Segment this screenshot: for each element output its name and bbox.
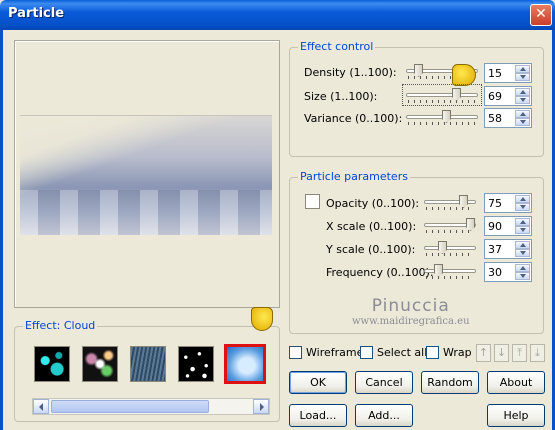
about-button[interactable]: About	[487, 371, 545, 394]
spin-up-icon[interactable]	[515, 110, 530, 118]
title-bar[interactable]: Particle ✕	[0, 0, 555, 30]
add-button[interactable]: Add...	[355, 404, 413, 427]
watermark-title: Pinuccia	[371, 296, 450, 316]
variance-slider[interactable]	[406, 110, 478, 125]
frequency-slider[interactable]	[424, 264, 476, 279]
select-all-label[interactable]: Select all	[377, 346, 427, 359]
size-spinbox[interactable]: 69	[484, 86, 532, 106]
opacity-label: Opacity (0..100):	[326, 197, 420, 210]
spin-down-icon[interactable]	[515, 73, 530, 81]
particle-parameters-legend: Particle parameters	[298, 170, 410, 183]
effect-thumb-sparkles[interactable]	[82, 346, 118, 382]
cancel-button[interactable]: Cancel	[355, 371, 413, 394]
load-button[interactable]: Load...	[289, 404, 347, 427]
wrap-label[interactable]: Wrap	[443, 346, 472, 359]
density-spinbox[interactable]: 15	[484, 63, 532, 83]
y-scale-spinbox[interactable]: 37	[484, 239, 532, 259]
effect-thumb-bubbles[interactable]	[34, 346, 70, 382]
arrow-down-icon[interactable]: ↓	[494, 344, 509, 362]
ok-button[interactable]: OK	[289, 371, 347, 394]
spin-down-icon[interactable]	[515, 203, 530, 211]
spin-down-icon[interactable]	[515, 96, 530, 104]
close-button[interactable]: ✕	[530, 4, 552, 26]
scroll-left-icon[interactable]	[33, 399, 49, 414]
effect-control-legend: Effect control	[298, 40, 376, 53]
size-label: Size (1..100):	[304, 90, 378, 103]
random-button[interactable]: Random	[421, 371, 479, 394]
density-label: Density (1..100):	[304, 66, 397, 79]
opacity-value[interactable]: 75	[488, 197, 502, 210]
opacity-spinbox[interactable]: 75	[484, 193, 532, 213]
frequency-spinbox[interactable]: 30	[484, 262, 532, 282]
effect-thumb-rain[interactable]	[130, 346, 166, 382]
arrow-bottom-icon[interactable]: ⤓	[530, 344, 545, 362]
help-button[interactable]: Help	[487, 404, 545, 427]
color-swatch[interactable]	[305, 194, 320, 209]
select-all-checkbox[interactable]	[360, 346, 373, 359]
arrow-top-icon[interactable]: ⤒	[512, 344, 527, 362]
close-icon: ✕	[535, 6, 547, 22]
spin-up-icon[interactable]	[515, 88, 530, 96]
x-scale-spinbox[interactable]: 90	[484, 216, 532, 236]
frequency-label: Frequency (0..100):	[326, 266, 434, 279]
watermark-url: www.maidiregrafica.eu	[352, 316, 470, 327]
scrollbar-thumb[interactable]	[51, 400, 209, 413]
variance-spinbox[interactable]: 58	[484, 108, 532, 128]
spin-down-icon[interactable]	[515, 118, 530, 126]
effect-thumb-cloud[interactable]	[224, 344, 266, 384]
spin-up-icon[interactable]	[515, 241, 530, 249]
spin-down-icon[interactable]	[515, 226, 530, 234]
wireframe-checkbox[interactable]	[289, 346, 302, 359]
gallery-scrollbar[interactable]	[32, 398, 270, 415]
preview-image	[20, 115, 272, 235]
watermark: Pinuccia www.maidiregrafica.eu	[352, 296, 470, 327]
x-scale-value[interactable]: 90	[488, 220, 502, 233]
spin-up-icon[interactable]	[515, 264, 530, 272]
hand-pointer-icon	[452, 64, 476, 86]
arrow-up-icon[interactable]: ↑	[476, 344, 491, 362]
frequency-value[interactable]: 30	[488, 266, 502, 279]
spin-up-icon[interactable]	[515, 65, 530, 73]
y-scale-slider[interactable]	[424, 241, 476, 256]
spin-up-icon[interactable]	[515, 218, 530, 226]
scroll-right-icon[interactable]	[253, 399, 269, 414]
spin-up-icon[interactable]	[515, 195, 530, 203]
effect-gallery-legend: Effect: Cloud	[23, 319, 98, 332]
y-scale-label: Y scale (0..100):	[326, 243, 416, 256]
hand-pointer-icon	[251, 307, 273, 331]
density-value[interactable]: 15	[488, 67, 502, 80]
variance-label: Variance (0..100):	[304, 112, 403, 125]
variance-value[interactable]: 58	[488, 112, 502, 125]
spin-down-icon[interactable]	[515, 249, 530, 257]
x-scale-label: X scale (0..100):	[326, 220, 417, 233]
wrap-checkbox[interactable]	[426, 346, 439, 359]
spin-down-icon[interactable]	[515, 272, 530, 280]
size-slider[interactable]	[402, 84, 482, 106]
x-scale-slider[interactable]	[424, 218, 476, 233]
opacity-slider[interactable]	[424, 195, 476, 210]
size-value[interactable]: 69	[488, 90, 502, 103]
window-title: Particle	[8, 6, 65, 21]
y-scale-value[interactable]: 37	[488, 243, 502, 256]
effect-thumb-snow[interactable]	[178, 346, 214, 382]
wireframe-label[interactable]: Wireframe	[306, 346, 363, 359]
